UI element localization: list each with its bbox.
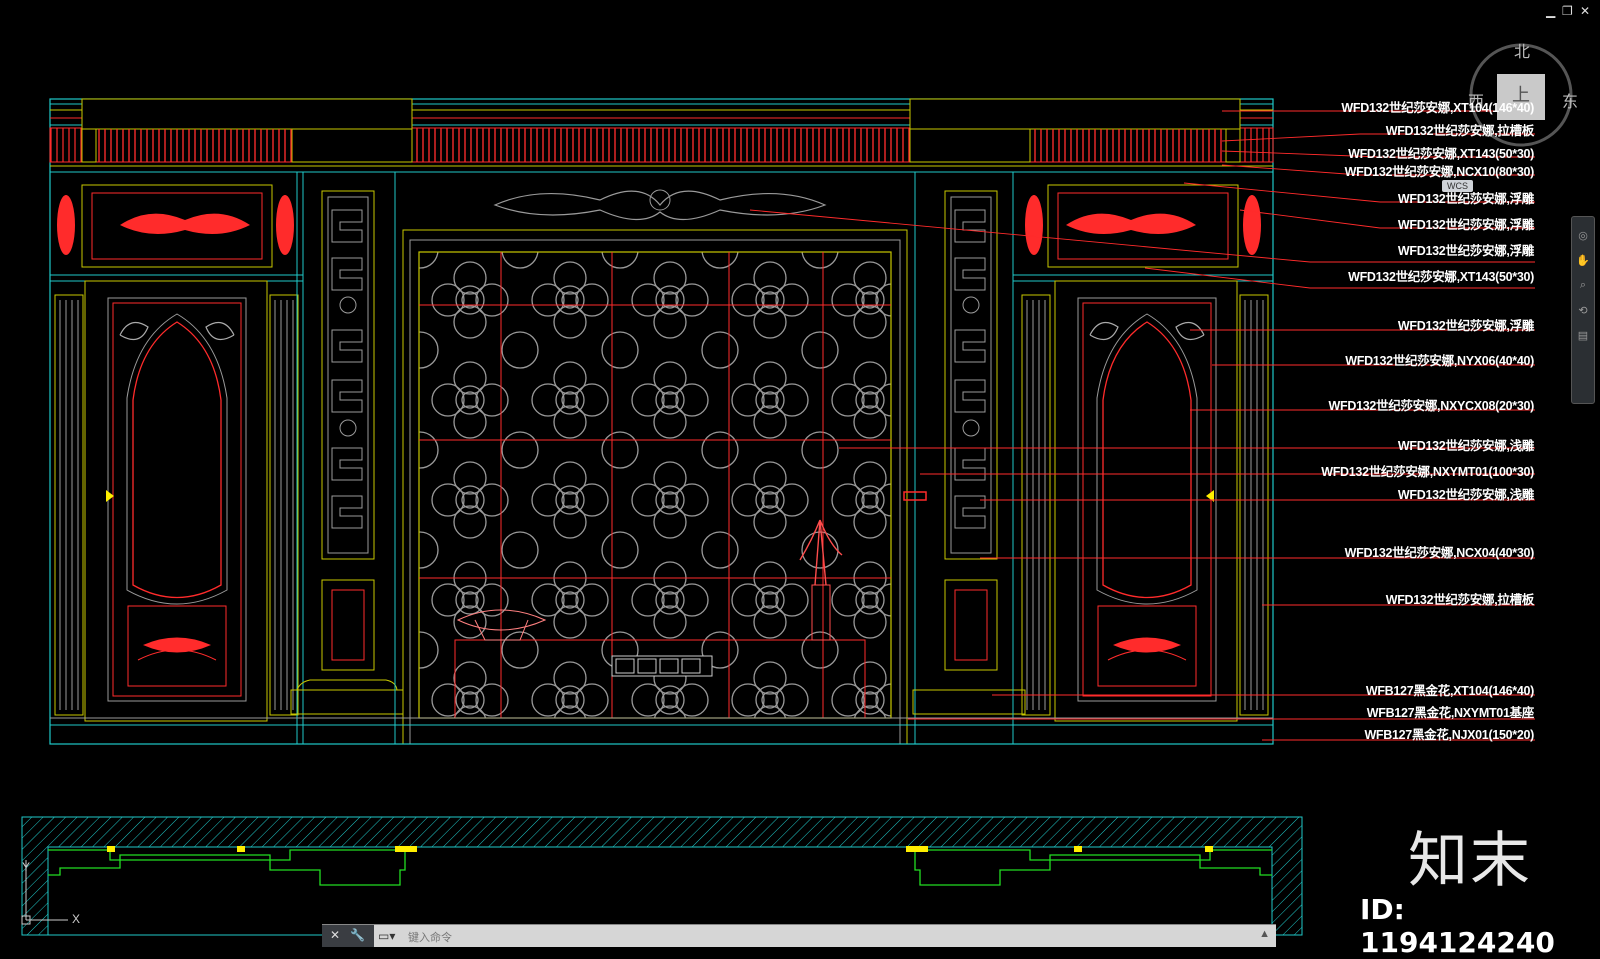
orbit-icon[interactable]: ⟲ [1572,304,1594,317]
annotation-label: WFD132世纪莎安娜,NYX06(40*40) [1345,354,1534,368]
annotation-label: WFD132世纪莎安娜,浮雕 [1397,244,1534,258]
annotation-label: WFB127黑金花,NJX01(150*20) [1364,728,1534,742]
wall-elevation [49,98,1274,745]
close-command-icon[interactable]: ✕ [330,928,340,942]
annotation-label: WFD132世纪莎安娜,NXYMT01(100*30) [1321,465,1534,479]
viewcube-east[interactable]: 东 [1562,88,1578,112]
close-icon[interactable]: ✕ [1580,4,1590,18]
annotation-label: WFD132世纪莎安娜,浮雕 [1397,218,1534,232]
wrench-icon[interactable]: 🔧 [350,928,365,942]
ucs-x-label: X [72,912,81,926]
viewcube-north[interactable]: 北 [1514,38,1530,62]
minimize-icon[interactable]: ▁ [1546,4,1555,18]
annotation-label: WFD132世纪莎安娜,拉槽板 [1385,593,1535,607]
annotation-label: WFD132世纪莎安娜,浮雕 [1397,319,1534,333]
annotation-label: WFD132世纪莎安娜,XT143(50*30) [1348,147,1534,161]
command-line[interactable]: ✕ 🔧 ▭▾ 键入命令 ▲ [322,924,1276,947]
command-menu-icon[interactable]: ▭▾ [378,929,395,943]
navigation-bar[interactable]: ◎ ✋ ⌕ ⟲ ▤ [1571,216,1595,404]
annotation-label: WFD132世纪莎安娜,NXYCX08(20*30) [1328,399,1535,413]
annotation-label: WFD132世纪莎安娜,NCX10(80*30) [1344,165,1535,179]
watermark-logo: 知末 [1408,826,1532,896]
annotation-label: WFD132世纪莎安娜,浅雕 [1397,439,1534,453]
zoom-icon[interactable]: ⌕ [1572,279,1594,292]
steering-wheel-icon[interactable]: ◎ [1572,229,1594,242]
showmotion-icon[interactable]: ▤ [1572,329,1594,342]
annotation-label: WFD132世纪莎安娜,拉槽板 [1385,124,1535,138]
annotation-label: WFB127黑金花,XT104(146*40) [1365,684,1534,698]
annotation-label: WFD132世纪莎安娜,浮雕 [1397,192,1534,206]
ucs-y-label: Y [22,860,31,874]
restore-icon[interactable]: ❐ [1562,4,1573,18]
pan-icon[interactable]: ✋ [1572,254,1594,267]
annotation-label: WFD132世纪莎安娜,浅雕 [1397,488,1534,502]
command-input[interactable]: 键入命令 [408,929,452,945]
annotation-label: WFD132世纪莎安娜,XT104(146*40) [1341,101,1534,115]
annotation-label: WFB127黑金花,NXYMT01基座 [1366,706,1535,720]
annotation-label: WFD132世纪莎安娜,XT143(50*30) [1348,270,1534,284]
watermark-id: ID: 1194124240 [1360,893,1555,959]
wall-plan-section [21,816,1303,936]
command-history-icon[interactable]: ▲ [1259,928,1270,940]
annotation-label: WFD132世纪莎安娜,NCX04(40*30) [1344,546,1535,560]
